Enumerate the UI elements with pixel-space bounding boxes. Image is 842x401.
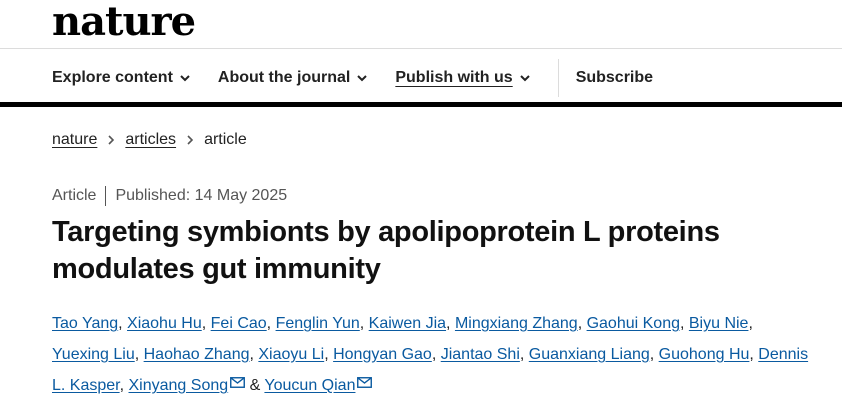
published-date: Published: 14 May 2025	[115, 187, 288, 204]
nav-subscribe[interactable]: Subscribe	[576, 69, 653, 87]
author-separator: &	[245, 377, 265, 394]
author-separator: ,	[201, 315, 211, 332]
chevron-down-icon	[519, 75, 530, 82]
nav-bottom-rule	[0, 102, 842, 107]
author-separator: ,	[748, 315, 753, 332]
chevron-down-icon	[357, 75, 368, 82]
email-icon[interactable]	[357, 377, 373, 388]
author-link[interactable]: Biyu Nie	[689, 315, 749, 332]
nav-subscribe-label: Subscribe	[575, 69, 654, 86]
article-meta: Article Published: 14 May 2025	[52, 186, 287, 206]
author-link[interactable]: Youcun Qian	[264, 377, 355, 394]
author-link[interactable]: Mingxiang Zhang	[455, 315, 578, 332]
author-link[interactable]: Tao Yang	[52, 315, 118, 332]
author-link[interactable]: Jiantao Shi	[441, 346, 520, 363]
author-separator: ,	[119, 377, 129, 394]
author-link[interactable]: Xinyang Song	[129, 377, 229, 394]
author-separator: ,	[359, 315, 369, 332]
nav-about-the-journal[interactable]: About the journal	[218, 69, 368, 87]
author-separator: ,	[649, 346, 659, 363]
author-separator: ,	[577, 315, 587, 332]
nav-about-the-journal-label: About the journal	[217, 69, 351, 86]
nav-publish-with-us[interactable]: Publish with us	[395, 69, 530, 87]
nav-separator	[557, 59, 559, 97]
breadcrumb: nature articles article	[52, 131, 247, 149]
email-icon[interactable]	[230, 377, 246, 388]
main-nav: Explore content About the journal Publis…	[52, 59, 680, 97]
author-separator: ,	[118, 315, 128, 332]
nature-logo[interactable]: nature	[52, 0, 196, 44]
chevron-right-icon	[187, 135, 194, 145]
author-link[interactable]: Xiaoyu Li	[258, 346, 324, 363]
author-link[interactable]: Hongyan Gao	[333, 346, 432, 363]
author-link[interactable]: Fenglin Yun	[276, 315, 360, 332]
header-divider	[0, 48, 842, 49]
author-separator: ,	[749, 346, 759, 363]
author-separator: ,	[266, 315, 276, 332]
nav-explore-content[interactable]: Explore content	[52, 69, 191, 87]
chevron-right-icon	[108, 135, 115, 145]
author-separator: ,	[519, 346, 529, 363]
author-separator: ,	[134, 346, 144, 363]
breadcrumb-nature-link[interactable]: nature	[52, 131, 97, 149]
chevron-down-icon	[180, 75, 190, 82]
author-link[interactable]: Guohong Hu	[659, 346, 750, 363]
nav-explore-content-label: Explore content	[52, 69, 173, 86]
breadcrumb-articles-link[interactable]: articles	[125, 131, 176, 149]
author-list: Tao Yang, Xiaohu Hu, Fei Cao, Fenglin Yu…	[52, 308, 812, 401]
article-title: Targeting symbionts by apolipoprotein L …	[52, 216, 720, 285]
author-link[interactable]: Guanxiang Liang	[529, 346, 650, 363]
meta-separator	[105, 186, 107, 206]
breadcrumb-current: article	[204, 131, 247, 148]
author-link[interactable]: Kaiwen Jia	[369, 315, 446, 332]
article-type: Article	[52, 187, 97, 204]
author-link[interactable]: Haohao Zhang	[144, 346, 250, 363]
author-link[interactable]: Yuexing Liu	[52, 346, 135, 363]
author-separator: ,	[431, 346, 441, 363]
author-separator: ,	[446, 315, 455, 332]
author-link[interactable]: Gaohui Kong	[587, 315, 680, 332]
author-separator: ,	[324, 346, 334, 363]
author-separator: ,	[679, 315, 689, 332]
author-link[interactable]: Fei Cao	[211, 315, 267, 332]
nav-publish-with-us-label: Publish with us	[395, 69, 513, 86]
author-link[interactable]: Xiaohu Hu	[127, 315, 202, 332]
